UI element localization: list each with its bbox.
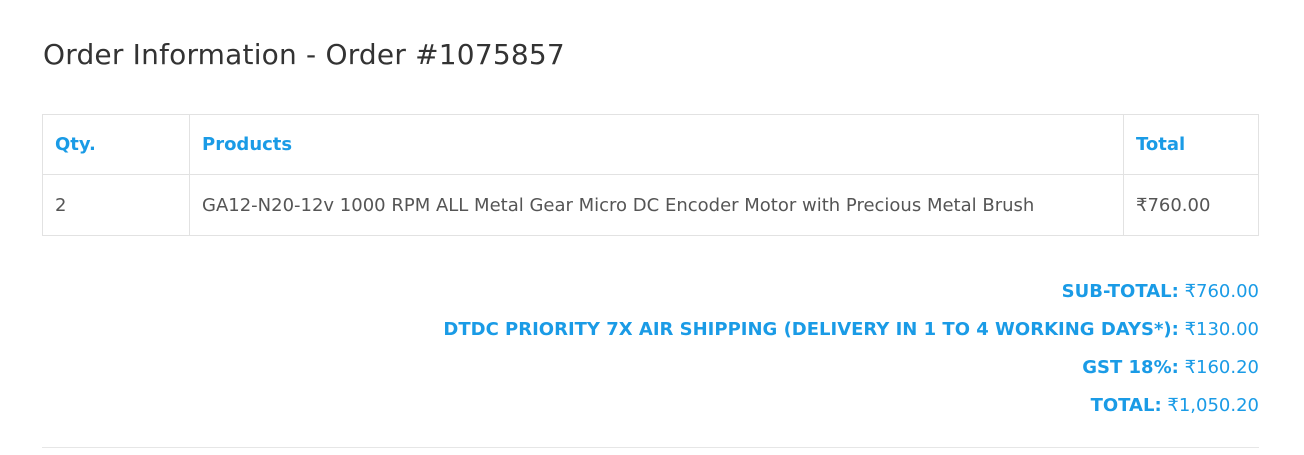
shipping-value: ₹130.00 [1184,319,1259,340]
products-column-header: Products [189,114,1124,175]
table-row: 2 GA12-N20-12v 1000 RPM ALL Metal Gear M… [42,174,1259,236]
subtotal-line: SUB-TOTAL: ₹760.00 [443,273,1259,311]
row-product-name: GA12-N20-12v 1000 RPM ALL Metal Gear Mic… [189,174,1124,236]
grand-total-label: TOTAL: [1090,395,1162,416]
grand-total-value: ₹1,050.20 [1167,395,1259,416]
shipping-label: DTDC PRIORITY 7X AIR SHIPPING (DELIVERY … [443,319,1179,340]
gst-label: GST 18%: [1082,357,1179,378]
total-column-header: Total [1123,114,1259,175]
order-totals: SUB-TOTAL: ₹760.00 DTDC PRIORITY 7X AIR … [443,273,1259,425]
order-products-table: Qty. Products Total 2 GA12-N20-12v 1000 … [42,114,1259,236]
section-divider [42,447,1259,448]
row-total: ₹760.00 [1123,174,1259,236]
shipping-line: DTDC PRIORITY 7X AIR SHIPPING (DELIVERY … [443,311,1259,349]
row-qty: 2 [42,174,190,236]
subtotal-label: SUB-TOTAL: [1061,281,1179,302]
grand-total-line: TOTAL: ₹1,050.20 [443,387,1259,425]
page-title: Order Information - Order #1075857 [43,38,565,71]
gst-value: ₹160.20 [1184,357,1259,378]
table-header-row: Qty. Products Total [42,114,1259,175]
subtotal-value: ₹760.00 [1184,281,1259,302]
qty-column-header: Qty. [42,114,190,175]
gst-line: GST 18%: ₹160.20 [443,349,1259,387]
